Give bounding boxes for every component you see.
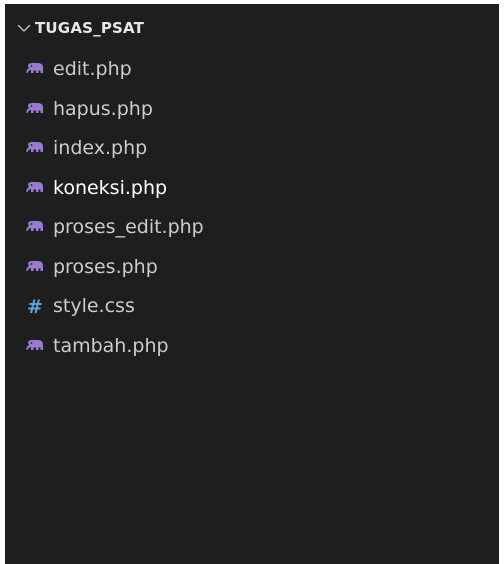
file-item-hapus-php[interactable]: hapus.php	[5, 92, 499, 132]
file-name: proses.php	[53, 255, 158, 278]
file-item-koneksi-php[interactable]: koneksi.php	[5, 171, 499, 211]
css-hash-icon: #	[25, 297, 45, 317]
file-item-proses-edit-php[interactable]: proses_edit.php	[5, 210, 499, 250]
file-explorer-panel: TUGAS_PSAT edit.php hapus.php index.php …	[5, 4, 499, 564]
file-name: index.php	[53, 137, 148, 159]
chevron-down-icon[interactable]	[16, 20, 32, 36]
file-item-style-css[interactable]: # style.css	[5, 289, 499, 329]
php-elephant-icon	[25, 258, 45, 278]
php-elephant-icon	[25, 139, 45, 159]
file-name: style.css	[53, 295, 135, 317]
file-list: edit.php hapus.php index.php koneksi.php…	[5, 52, 499, 368]
php-elephant-icon	[25, 60, 45, 80]
file-name: proses_edit.php	[53, 216, 204, 238]
folder-header-tugas-psat[interactable]: TUGAS_PSAT	[5, 16, 499, 40]
file-name: edit.php	[53, 58, 132, 80]
php-elephant-icon	[25, 100, 45, 120]
file-name: hapus.php	[53, 97, 153, 120]
php-elephant-icon	[25, 218, 45, 238]
screenshot-frame: TUGAS_PSAT edit.php hapus.php index.php …	[0, 0, 504, 564]
php-elephant-icon	[25, 337, 45, 357]
file-name: koneksi.php	[53, 176, 168, 199]
file-item-index-php[interactable]: index.php	[5, 131, 499, 171]
file-item-tambah-php[interactable]: tambah.php	[5, 329, 499, 369]
php-elephant-icon	[25, 179, 45, 199]
hash-glyph: #	[27, 296, 43, 318]
file-item-proses-php[interactable]: proses.php	[5, 250, 499, 290]
folder-title: TUGAS_PSAT	[35, 19, 145, 37]
file-name: tambah.php	[53, 334, 169, 357]
file-item-edit-php[interactable]: edit.php	[5, 52, 499, 92]
